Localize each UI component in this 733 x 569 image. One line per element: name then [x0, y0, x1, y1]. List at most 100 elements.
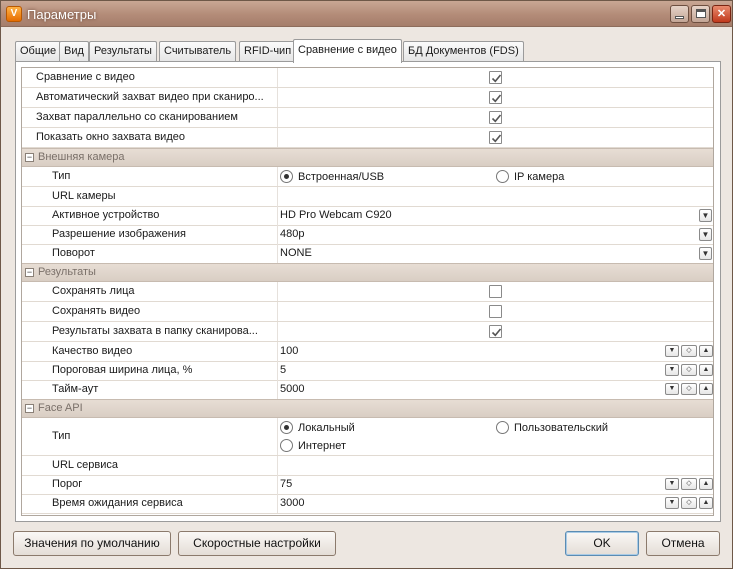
- chevron-down-icon[interactable]: ▼: [699, 247, 712, 260]
- row-video-quality: Качество видео 100 ▼ ◇ ▲: [22, 342, 713, 362]
- section-external-camera[interactable]: − Внешняя камера: [22, 148, 713, 167]
- service-url-label: URL сервиса: [52, 459, 118, 471]
- face-threshold-label: Пороговая ширина лица, %: [52, 364, 193, 376]
- tab-panel: Сравнение с видео Автоматический захват …: [15, 61, 721, 522]
- row-rotation: Поворот NONE ▼: [22, 244, 713, 264]
- results-folder-label: Результаты захвата в папку сканирова...: [52, 325, 258, 337]
- compare-video-label: Сравнение с видео: [36, 71, 135, 83]
- timeout-input[interactable]: 5000: [280, 380, 304, 399]
- service-url-input[interactable]: [280, 456, 710, 475]
- close-button[interactable]: ✕: [712, 5, 731, 23]
- radio-internet-label: Интернет: [298, 440, 346, 452]
- radio-ip-camera-label: IP камера: [514, 171, 565, 183]
- save-faces-checkbox[interactable]: [489, 285, 502, 298]
- active-device-select[interactable]: HD Pro Webcam C920: [280, 206, 392, 225]
- faceapi-threshold-input[interactable]: 75: [280, 475, 292, 494]
- app-logo-icon: V: [6, 6, 22, 22]
- rotation-select[interactable]: NONE: [280, 244, 312, 263]
- row-save-video: Сохранять видео: [22, 302, 713, 322]
- tab-view[interactable]: Вид: [59, 41, 89, 62]
- camera-type-label: Тип: [52, 170, 71, 182]
- spin-drag-icon[interactable]: ◇: [681, 478, 697, 490]
- chevron-down-icon[interactable]: ▼: [699, 209, 712, 222]
- spin-drag-icon[interactable]: ◇: [681, 383, 697, 395]
- spin-up-icon[interactable]: ▲: [699, 478, 713, 490]
- service-wait-input[interactable]: 3000: [280, 494, 304, 513]
- maximize-icon: [695, 9, 706, 18]
- row-timeout: Тайм-аут 5000 ▼ ◇ ▲: [22, 380, 713, 400]
- video-quality-input[interactable]: 100: [280, 342, 298, 361]
- row-face-threshold: Пороговая ширина лица, % 5 ▼ ◇ ▲: [22, 361, 713, 381]
- spin-up-icon[interactable]: ▲: [699, 364, 713, 376]
- row-auto-capture: Автоматический захват видео при сканиро.…: [22, 88, 713, 108]
- row-faceapi-type: Тип Локальный Пользовательский Интернет: [22, 418, 713, 456]
- radio-internet[interactable]: [280, 439, 293, 452]
- row-resolution: Разрешение изображения 480p ▼: [22, 225, 713, 245]
- maximize-button[interactable]: [691, 5, 710, 23]
- compare-video-checkbox[interactable]: [489, 71, 502, 84]
- resolution-label: Разрешение изображения: [52, 228, 186, 240]
- check-icon: [491, 114, 502, 123]
- spin-drag-icon[interactable]: ◇: [681, 364, 697, 376]
- service-wait-label: Время ожидания сервиса: [52, 497, 183, 509]
- resolution-select[interactable]: 480p: [280, 225, 304, 244]
- spin-down-icon[interactable]: ▼: [665, 364, 679, 376]
- close-icon: ✕: [716, 8, 727, 20]
- radio-builtin-usb-label: Встроенная/USB: [298, 171, 385, 183]
- faceapi-type-label: Тип: [52, 430, 71, 442]
- face-threshold-input[interactable]: 5: [280, 361, 286, 380]
- spin-drag-icon[interactable]: ◇: [681, 497, 697, 509]
- row-compare-video: Сравнение с видео: [22, 68, 713, 88]
- radio-builtin-usb[interactable]: [280, 170, 293, 183]
- tab-video-compare[interactable]: Сравнение с видео: [293, 39, 402, 63]
- spin-up-icon[interactable]: ▲: [699, 497, 713, 509]
- title-bar[interactable]: V Параметры ✕: [1, 1, 732, 27]
- collapse-icon[interactable]: −: [25, 268, 34, 277]
- spin-drag-icon[interactable]: ◇: [681, 345, 697, 357]
- cancel-button[interactable]: Отмена: [646, 531, 720, 556]
- spin-down-icon[interactable]: ▼: [665, 478, 679, 490]
- save-video-checkbox[interactable]: [489, 305, 502, 318]
- spin-down-icon[interactable]: ▼: [665, 497, 679, 509]
- section-face-api[interactable]: − Face API: [22, 399, 713, 418]
- spin-down-icon[interactable]: ▼: [665, 383, 679, 395]
- defaults-button[interactable]: Значения по умолчанию: [13, 531, 171, 556]
- spin-up-icon[interactable]: ▲: [699, 383, 713, 395]
- radio-local[interactable]: [280, 421, 293, 434]
- results-folder-checkbox[interactable]: [489, 325, 502, 338]
- active-device-label: Активное устройство: [52, 209, 160, 221]
- minimize-icon: [675, 16, 684, 19]
- parallel-capture-checkbox[interactable]: [489, 111, 502, 124]
- check-icon: [491, 134, 502, 143]
- parallel-capture-label: Захват параллельно со сканированием: [36, 111, 238, 123]
- check-icon: [491, 74, 502, 83]
- auto-capture-label: Автоматический захват видео при сканиро.…: [36, 91, 264, 103]
- check-icon: [491, 94, 502, 103]
- settings-window: V Параметры ✕ Общие Вид Результаты Считы…: [0, 0, 733, 569]
- minimize-button[interactable]: [670, 5, 689, 23]
- section-results[interactable]: − Результаты: [22, 263, 713, 282]
- spin-down-icon[interactable]: ▼: [665, 345, 679, 357]
- ok-button[interactable]: OK: [565, 531, 639, 556]
- tab-rfid[interactable]: RFID-чип: [239, 41, 297, 62]
- auto-capture-checkbox[interactable]: [489, 91, 502, 104]
- radio-custom[interactable]: [496, 421, 509, 434]
- save-video-label: Сохранять видео: [52, 305, 141, 317]
- camera-url-input[interactable]: [280, 187, 710, 206]
- collapse-icon[interactable]: −: [25, 404, 34, 413]
- tab-general[interactable]: Общие: [15, 41, 62, 62]
- tab-documents-db[interactable]: БД Документов (FDS): [403, 41, 524, 62]
- tab-reader[interactable]: Считыватель: [159, 41, 237, 62]
- spin-up-icon[interactable]: ▲: [699, 345, 713, 357]
- collapse-icon[interactable]: −: [25, 153, 34, 162]
- show-window-label: Показать окно захвата видео: [36, 131, 185, 143]
- check-icon: [491, 328, 502, 337]
- camera-url-label: URL камеры: [52, 190, 116, 202]
- chevron-down-icon[interactable]: ▼: [699, 228, 712, 241]
- video-quality-label: Качество видео: [52, 345, 133, 357]
- radio-ip-camera[interactable]: [496, 170, 509, 183]
- tab-results[interactable]: Результаты: [89, 41, 157, 62]
- quick-settings-button[interactable]: Скоростные настройки: [178, 531, 336, 556]
- row-active-device: Активное устройство HD Pro Webcam C920 ▼: [22, 206, 713, 226]
- show-window-checkbox[interactable]: [489, 131, 502, 144]
